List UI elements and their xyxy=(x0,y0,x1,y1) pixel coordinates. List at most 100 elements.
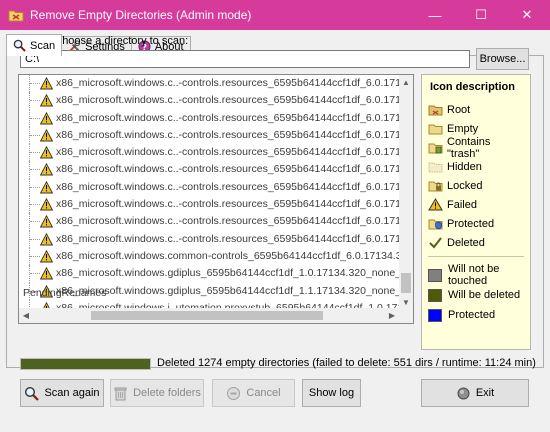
tree-guide-line xyxy=(30,152,40,154)
legend-item-protected: Protected xyxy=(428,214,524,233)
directory-tree[interactable]: x86_microsoft.windows.c..-controls.resou… xyxy=(18,74,414,324)
tree-row[interactable]: x86_microsoft.windows.c..-controls.resou… xyxy=(19,213,413,231)
legend-item-failed: Failed xyxy=(428,195,524,214)
shield-icon xyxy=(428,219,443,230)
tab-scan[interactable]: Scan xyxy=(6,34,63,56)
delete-folders-button[interactable]: Delete folders xyxy=(110,379,204,407)
legend-item-hidden: Hidden xyxy=(428,157,524,176)
legend-title: Icon description xyxy=(430,81,515,93)
legend-color-not-touched-label: Will not be touched xyxy=(448,263,500,287)
warning-icon xyxy=(40,198,53,211)
legend-color-will-be-deleted: Will be deleted xyxy=(428,285,524,305)
legend-separator xyxy=(428,256,524,257)
trash-can-icon xyxy=(114,387,127,400)
legend-item-hidden-label: Hidden xyxy=(447,160,482,173)
warning-icon xyxy=(40,111,53,125)
delete-folders-label: Delete folders xyxy=(133,387,201,399)
tree-row-label: x86_microsoft.windows.gdiplus_6595b64144… xyxy=(56,267,414,280)
warning-icon xyxy=(40,146,53,159)
tree-row[interactable]: x86_microsoft.windows.c..-controls.resou… xyxy=(19,126,413,145)
status-text: Deleted 1274 empty directories (failed t… xyxy=(157,357,536,369)
scroll-right-icon[interactable]: ▶ xyxy=(385,308,399,323)
tree-vertical-scroll-thumb[interactable] xyxy=(401,273,411,293)
tree-row-label: x86_microsoft.windows.c..-controls.resou… xyxy=(56,215,414,228)
tree-row[interactable]: x86_microsoft.windows.c..-controls.resou… xyxy=(19,144,413,162)
warning-icon xyxy=(40,163,53,176)
tree-guide-line xyxy=(30,273,40,275)
close-button[interactable]: ✕ xyxy=(504,0,550,30)
tab-scan-label: Scan xyxy=(30,39,56,52)
cancel-icon xyxy=(227,386,241,400)
tree-row[interactable]: x86_microsoft.windows.c..-controls.resou… xyxy=(19,161,413,179)
browse-button[interactable]: Browse... xyxy=(476,48,529,70)
legend-item-empty-label: Empty xyxy=(447,122,479,135)
root-folder-icon xyxy=(428,105,443,116)
legend-item-deleted: Deleted xyxy=(428,233,524,252)
tree-guide-line xyxy=(30,100,40,102)
tree-row[interactable]: x86_microsoft.windows.c..-controls.resou… xyxy=(19,230,413,248)
tree-row[interactable]: x86_microsoft.windows.gdiplus_6595b64144… xyxy=(19,265,413,283)
warning-icon xyxy=(40,94,53,107)
tree-horizontal-scrollbar[interactable]: ◀ ▶ xyxy=(19,308,413,323)
directory-input[interactable] xyxy=(20,50,470,68)
icon-legend-panel: Icon description Root Empty Contains "tr… xyxy=(421,74,531,350)
trash-folder-icon xyxy=(428,143,443,154)
warning-icon xyxy=(40,180,53,194)
exit-icon xyxy=(457,387,470,399)
tree-row-label: x86_microsoft.windows.c..-controls.resou… xyxy=(56,111,414,124)
tree-row-label: x86_microsoft.windows.c..-controls.resou… xyxy=(56,94,414,107)
tree-row[interactable]: x86_microsoft.windows.c..-controls.resou… xyxy=(19,178,413,197)
legend-item-trash: Contains "trash" xyxy=(428,135,524,160)
scan-again-label: Scan again xyxy=(44,387,100,399)
tree-guide-line xyxy=(30,83,40,84)
color-swatch-olive xyxy=(428,288,442,302)
color-swatch-blue xyxy=(428,308,442,322)
tree-guide-line xyxy=(30,169,40,171)
exit-button[interactable]: Exit xyxy=(421,379,529,407)
cancel-label: Cancel xyxy=(246,387,281,399)
tree-row-label: x86_microsoft.windows.common-controls_65… xyxy=(56,249,414,262)
tree-row[interactable]: x86_microsoft.windows.c..-controls.resou… xyxy=(19,109,413,127)
tree-guide-line xyxy=(30,186,40,188)
legend-item-locked: Locked xyxy=(428,176,524,195)
locked-folder-icon xyxy=(428,181,443,192)
maximize-button[interactable]: ☐ xyxy=(458,0,504,30)
tree-horizontal-scroll-thumb[interactable] xyxy=(91,311,323,320)
tree-guide-line xyxy=(30,134,40,136)
tree-row-label: x86_microsoft.windows.c..-controls.resou… xyxy=(56,128,414,141)
warning-icon xyxy=(40,249,53,263)
tree-row-label: x86_microsoft.windows.c..-controls.resou… xyxy=(56,180,414,193)
tree-vertical-scrollbar[interactable]: ▲ ▼ xyxy=(399,75,413,309)
color-swatch-gray xyxy=(428,268,442,282)
minimize-button[interactable]: — xyxy=(412,0,458,30)
cancel-button[interactable]: Cancel xyxy=(212,379,295,407)
tree-guide-line xyxy=(30,117,40,119)
window-title: Remove Empty Directories (Admin mode) xyxy=(30,8,252,22)
legend-item-failed-label: Failed xyxy=(447,198,477,211)
legend-item-protected-label: Protected xyxy=(447,217,495,230)
scan-again-button[interactable]: Scan again xyxy=(20,379,104,407)
magnifier-icon xyxy=(25,386,40,401)
tree-row[interactable]: x86_microsoft.windows.common-controls_65… xyxy=(19,247,413,266)
checkmark-icon xyxy=(429,237,442,249)
legend-color-protected-label: Protected xyxy=(448,309,496,321)
legend-item-locked-label: Locked xyxy=(447,179,483,192)
tree-row-label: x86_microsoft.windows.c..-controls.resou… xyxy=(56,163,414,176)
tree-row[interactable]: x86_microsoft.windows.c..-controls.resou… xyxy=(19,196,413,214)
scroll-up-icon[interactable]: ▲ xyxy=(399,75,413,89)
warning-icon xyxy=(40,232,53,246)
scroll-left-icon[interactable]: ◀ xyxy=(19,308,33,323)
tree-item-pending-renames[interactable]: PendingRenames xyxy=(23,287,106,299)
legend-item-trash-label: Contains "trash" xyxy=(447,135,491,160)
show-log-button[interactable]: Show log xyxy=(302,379,361,407)
tree-row[interactable]: x86_microsoft.windows.c..-controls.resou… xyxy=(19,75,413,93)
tree-guide-line xyxy=(30,204,40,206)
tree-row[interactable]: x86_microsoft.windows.c..-controls.resou… xyxy=(19,92,413,110)
scroll-down-icon[interactable]: ▼ xyxy=(399,295,413,309)
title-bar: Remove Empty Directories (Admin mode) — … xyxy=(0,0,550,30)
tree-guide-line xyxy=(30,221,40,223)
empty-folder-icon xyxy=(428,124,443,135)
legend-item-root-label: Root xyxy=(447,103,471,116)
legend-color-will-be-deleted-label: Will be deleted xyxy=(448,289,521,301)
progress-bar xyxy=(20,358,151,370)
